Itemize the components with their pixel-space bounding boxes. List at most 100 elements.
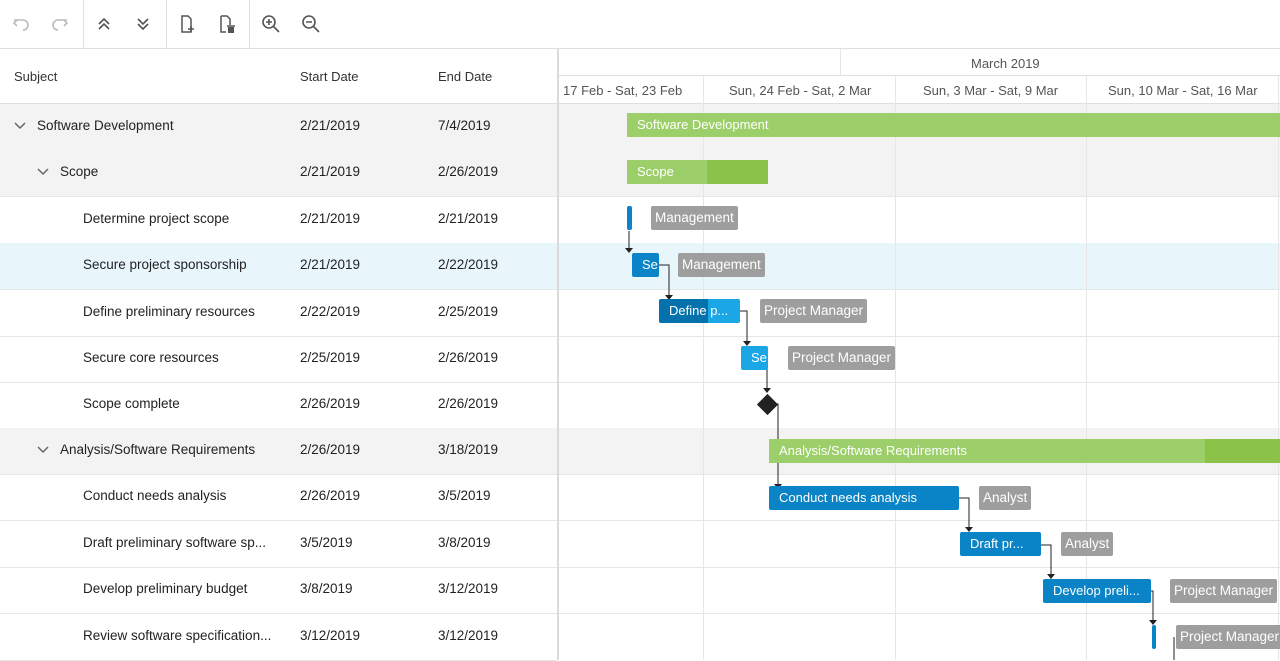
timescale-week-label: Sun, 3 Mar - Sat, 9 Mar — [923, 83, 1059, 98]
toolbar-separator — [166, 0, 167, 48]
cell-end-date: 3/12/2019 — [438, 628, 499, 643]
task-bar-secure-project-sponsorship[interactable]: Se — [632, 253, 659, 277]
table-row[interactable]: Software Development 2/21/2019 7/4/2019 — [0, 104, 557, 151]
add-task-icon[interactable] — [175, 12, 199, 36]
chart-row — [559, 382, 1280, 429]
cell-subject: Scope — [60, 164, 99, 179]
cell-subject: Software Development — [37, 118, 174, 133]
bar-label: Software Development — [637, 117, 769, 132]
zoom-in-icon[interactable] — [259, 12, 283, 36]
timescale-month-label: March 2019 — [971, 56, 1040, 71]
task-bar-secure-core-resources[interactable]: Se — [741, 346, 768, 370]
bar-label: Analysis/Software Requirements — [779, 443, 967, 458]
resource-label: Management — [678, 253, 765, 277]
cell-subject: Secure project sponsorship — [83, 257, 247, 272]
task-bar-determine-project-scope[interactable] — [627, 206, 632, 230]
bar-label: Develop preli... — [1053, 583, 1140, 598]
table-row[interactable]: Define preliminary resources 2/22/2019 2… — [0, 290, 557, 337]
cell-start-date: 2/21/2019 — [300, 118, 361, 133]
cell-subject: Develop preliminary budget — [83, 581, 248, 596]
cell-subject: Draft preliminary software sp... — [83, 535, 267, 550]
table-row[interactable]: Analysis/Software Requirements 2/26/2019… — [0, 428, 557, 475]
cell-end-date: 7/4/2019 — [438, 118, 491, 133]
task-bar-review-software-specification[interactable] — [1152, 625, 1156, 649]
table-row[interactable]: Secure project sponsorship 2/21/2019 2/2… — [0, 243, 557, 290]
bar-label: Conduct needs analysis — [779, 490, 918, 505]
table-row[interactable]: Secure core resources 2/25/2019 2/26/201… — [0, 336, 557, 383]
week-gridline — [1086, 76, 1087, 660]
chevron-down-icon[interactable] — [36, 165, 50, 179]
task-bar-draft-preliminary[interactable]: Draft pr... — [960, 532, 1041, 556]
column-header-start-date[interactable]: Start Date — [300, 69, 359, 84]
cell-start-date: 2/26/2019 — [300, 442, 361, 457]
table-row[interactable]: Develop preliminary budget 3/8/2019 3/12… — [0, 567, 557, 614]
cell-start-date: 2/21/2019 — [300, 257, 361, 272]
undo-icon[interactable] — [9, 12, 33, 36]
resource-label: Project Manager — [1176, 625, 1280, 649]
summary-bar-software-development[interactable]: Software Development — [627, 113, 1280, 137]
cell-end-date: 3/12/2019 — [438, 581, 499, 596]
column-header-end-date[interactable]: End Date — [438, 69, 492, 84]
week-gridline — [895, 76, 896, 660]
summary-progress — [707, 160, 768, 184]
cell-subject: Define preliminary resources — [83, 304, 255, 319]
toolbar — [0, 0, 1280, 49]
cell-end-date: 2/25/2019 — [438, 304, 499, 319]
cell-start-date: 2/25/2019 — [300, 350, 361, 365]
table-row[interactable]: Scope complete 2/26/2019 2/26/2019 — [0, 382, 557, 429]
bar-label: Se — [642, 257, 658, 272]
table-row[interactable]: Draft preliminary software sp... 3/5/201… — [0, 521, 557, 568]
timescale-week-row: 17 Feb - Sat, 23 Feb Sun, 24 Feb - Sat, … — [559, 76, 1280, 104]
task-bar-develop-preliminary-budget[interactable]: Develop preli... — [1043, 579, 1151, 603]
bar-label: Draft pr... — [970, 536, 1024, 551]
cell-start-date: 3/5/2019 — [300, 535, 353, 550]
resource-label: Management — [651, 206, 738, 230]
summary-bar-analysis[interactable]: Analysis/Software Requirements — [769, 439, 1280, 463]
cell-subject: Review software specification... — [83, 628, 272, 643]
table-row[interactable]: Scope 2/21/2019 2/26/2019 — [0, 150, 557, 197]
cell-end-date: 2/26/2019 — [438, 164, 499, 179]
summary-bar-scope[interactable]: Scope — [627, 160, 768, 184]
cell-end-date: 2/26/2019 — [438, 396, 499, 411]
cell-end-date: 2/22/2019 — [438, 257, 499, 272]
cell-end-date: 3/18/2019 — [438, 442, 499, 457]
delete-task-icon[interactable] — [215, 12, 239, 36]
chart-row — [559, 521, 1280, 568]
summary-progress — [1205, 439, 1280, 463]
cell-start-date: 2/26/2019 — [300, 396, 361, 411]
table-row[interactable]: Conduct needs analysis 2/26/2019 3/5/201… — [0, 474, 557, 521]
bar-label: Define p... — [669, 303, 729, 318]
cell-start-date: 2/21/2019 — [300, 211, 361, 226]
column-header-subject[interactable]: Subject — [14, 69, 57, 84]
toolbar-separator — [83, 0, 84, 48]
cell-end-date: 3/5/2019 — [438, 488, 491, 503]
cell-subject: Conduct needs analysis — [83, 488, 227, 503]
chart-row — [559, 614, 1280, 660]
redo-icon[interactable] — [48, 12, 72, 36]
bar-label: Se — [751, 350, 767, 365]
toolbar-separator — [249, 0, 250, 48]
task-grid: Subject Start Date End Date Software Dev… — [0, 49, 557, 661]
timescale-week-label: Sun, 10 Mar - Sat, 16 Mar — [1108, 83, 1258, 98]
cell-start-date: 2/21/2019 — [300, 164, 361, 179]
resource-label: Analyst — [979, 486, 1032, 510]
task-bar-conduct-needs-analysis[interactable]: Conduct needs analysis — [769, 486, 959, 510]
resource-label: Project Manager — [788, 346, 896, 370]
table-row[interactable]: Review software specification... 3/12/20… — [0, 614, 557, 661]
task-bar-define-preliminary-resources[interactable]: Define p... — [659, 299, 740, 323]
chart-row — [559, 336, 1280, 383]
week-gridline — [1278, 76, 1279, 660]
gantt-chart: March 2019 17 Feb - Sat, 23 Feb Sun, 24 … — [559, 49, 1280, 660]
grid-header: Subject Start Date End Date — [0, 49, 557, 104]
cell-start-date: 2/26/2019 — [300, 488, 361, 503]
resource-label: Project Manager — [760, 299, 868, 323]
timescale-week-label: Sun, 24 Feb - Sat, 2 Mar — [729, 83, 872, 98]
chevron-down-icon[interactable] — [36, 443, 50, 457]
table-row[interactable]: Determine project scope 2/21/2019 2/21/2… — [0, 197, 557, 244]
bar-label: Scope — [637, 164, 674, 179]
collapse-all-icon[interactable] — [92, 12, 116, 36]
zoom-out-icon[interactable] — [299, 12, 323, 36]
expand-all-icon[interactable] — [131, 12, 155, 36]
cell-subject: Analysis/Software Requirements — [60, 442, 256, 457]
chevron-down-icon[interactable] — [13, 119, 27, 133]
